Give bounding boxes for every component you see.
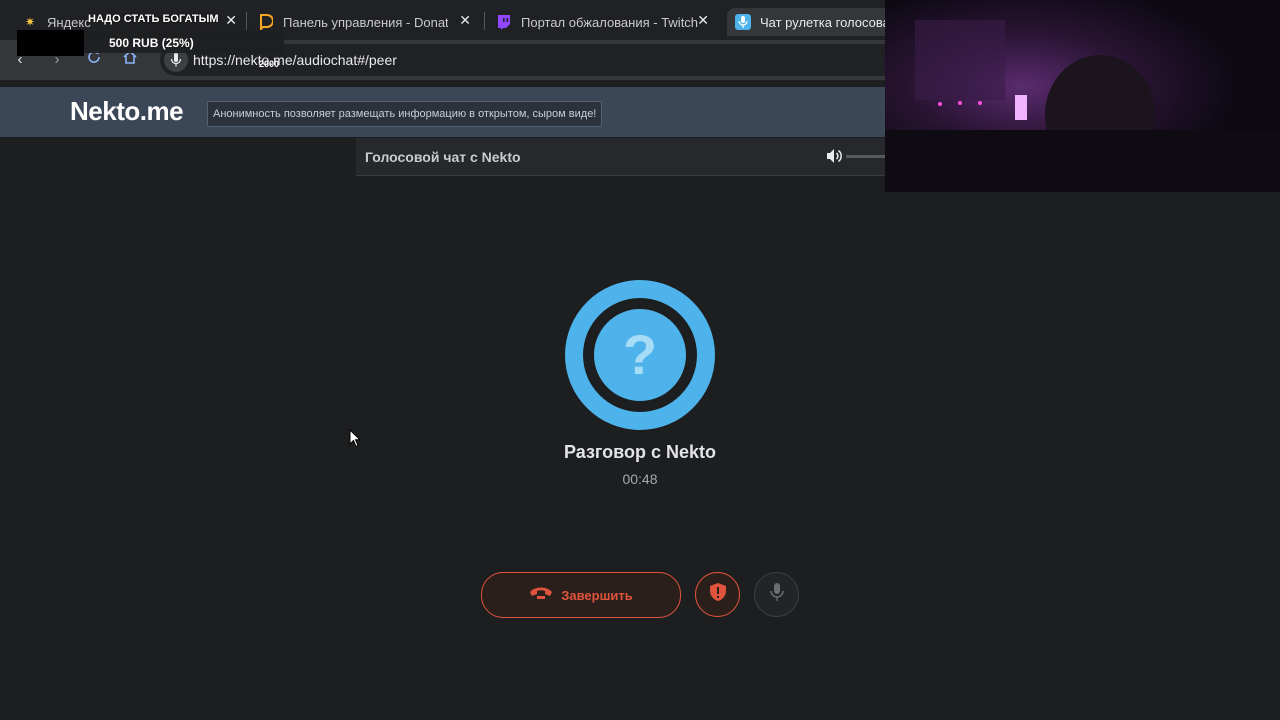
microphone-toggle-button[interactable] (754, 572, 799, 617)
tab-title: Панель управления - Donatio (283, 14, 448, 30)
sun-icon: ✷ (24, 15, 36, 29)
twitch-icon (496, 14, 512, 30)
microphone-icon (769, 582, 784, 607)
site-header: Nekto.me Анонимность позволяет размещать… (0, 87, 885, 137)
donation-goal-title: НАДО СТАТЬ БОГАТЫМ (88, 13, 219, 25)
donationalerts-icon (258, 14, 274, 30)
shield-icon (709, 582, 727, 607)
volume-icon[interactable] (825, 147, 843, 165)
hang-up-phone-icon (529, 586, 553, 605)
tab-title: Яндекс (47, 14, 91, 30)
tab-nekto-active[interactable]: Чат рулетка голосовая (727, 8, 893, 36)
webcam-overlay (885, 0, 1280, 192)
call-timer: 00:48 (622, 471, 658, 487)
close-icon[interactable]: ✕ (225, 12, 237, 29)
conversation-title: Разговор с Nekto (563, 442, 717, 462)
site-logo[interactable]: Nekto.me (70, 96, 184, 127)
home-icon[interactable] (120, 50, 140, 70)
donation-goal-target: 2000 (259, 59, 280, 69)
tab-separator (484, 12, 485, 30)
end-call-label: Завершить (561, 587, 633, 603)
donation-goal-amount: 500 RUB (25%) (109, 36, 194, 50)
report-button[interactable] (695, 572, 740, 617)
tab-title: Портал обжалования - Twitch (521, 14, 699, 30)
peer-avatar: ? (565, 280, 715, 430)
tab-title: Чат рулетка голосовая (760, 14, 893, 30)
overlay-redaction-box (17, 30, 84, 56)
chat-title: Голосовой чат с Nekto (365, 149, 521, 165)
mic-icon (735, 14, 751, 30)
url-text[interactable]: https://nekto.me/audiochat#/peer (193, 52, 397, 68)
site-slogan: Анонимность позволяет размещать информац… (207, 101, 603, 127)
end-call-button[interactable]: Завершить (481, 572, 681, 618)
tab-donationalerts[interactable]: Панель управления - Donatio ✕ (258, 8, 471, 36)
tab-twitch[interactable]: Портал обжалования - Twitch ✕ (496, 8, 709, 36)
tab-separator (246, 12, 247, 30)
avatar-gap: ? (583, 298, 697, 412)
reload-icon[interactable] (84, 50, 104, 70)
volume-slider[interactable] (846, 155, 885, 158)
close-icon[interactable]: ✕ (459, 12, 471, 29)
question-mark-icon: ? (594, 309, 686, 401)
mouse-cursor-icon (349, 428, 362, 453)
close-icon[interactable]: ✕ (697, 12, 709, 29)
chat-header: Голосовой чат с Nekto (356, 138, 885, 176)
webcam-scene (885, 0, 1280, 192)
